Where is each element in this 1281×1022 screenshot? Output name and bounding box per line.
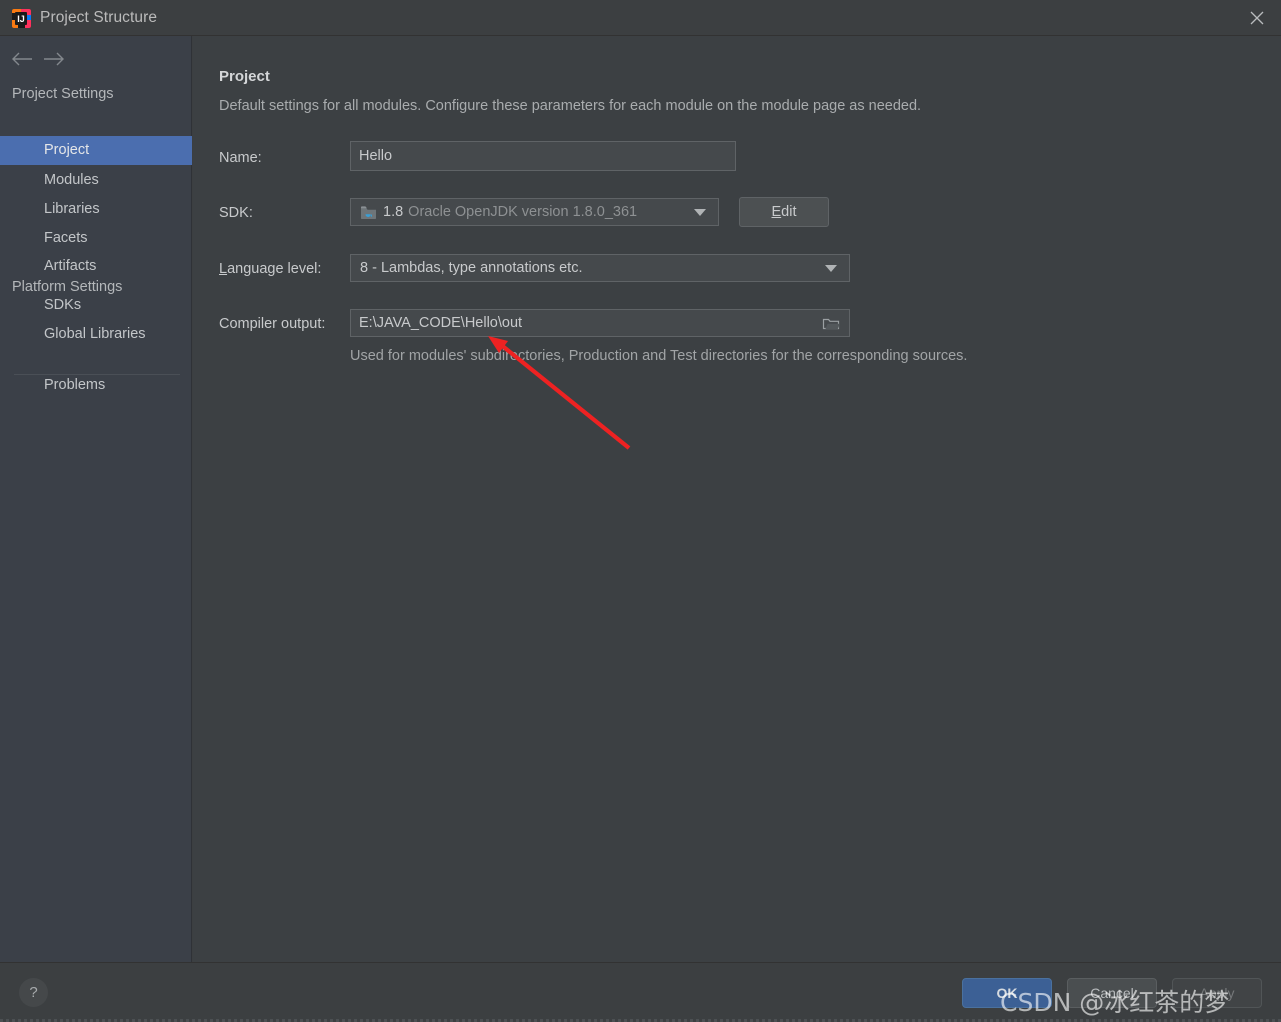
window-title: Project Structure: [40, 9, 158, 26]
project-structure-dialog: IJ Project Structure Project Settings Pr…: [0, 0, 1281, 1022]
ok-button[interactable]: OK: [962, 978, 1052, 1008]
sdk-description: Oracle OpenJDK version 1.8.0_361: [408, 204, 638, 220]
sidebar-item-label: Problems: [44, 377, 106, 393]
compiler-output-label: Compiler output:: [219, 316, 326, 332]
language-level-value: 8 - Lambdas, type annotations etc.: [360, 260, 583, 276]
sdk-label: SDK:: [219, 205, 253, 221]
sdk-edit-button-label: dit: [781, 204, 797, 220]
sidebar-item-project[interactable]: Project: [0, 136, 192, 165]
language-level-label-rest: anguage level:: [227, 261, 322, 277]
chevron-down-icon: [825, 265, 837, 272]
cancel-button[interactable]: Cancel: [1067, 978, 1157, 1008]
apply-button-label: Apply: [1199, 985, 1235, 1001]
sidebar-item-label: Modules: [44, 172, 99, 188]
close-icon[interactable]: [1233, 0, 1281, 35]
compiler-output-hint: Used for modules' subdirectories, Produc…: [350, 348, 968, 364]
sidebar-item-facets[interactable]: Facets: [0, 224, 192, 253]
name-input[interactable]: [350, 141, 736, 171]
name-label: Name:: [219, 150, 262, 166]
arrow-right-icon[interactable]: [42, 52, 66, 71]
sidebar-item-label: SDKs: [44, 297, 82, 313]
svg-text:IJ: IJ: [17, 14, 25, 24]
project-settings-panel: Project Default settings for all modules…: [193, 36, 1281, 962]
sdk-version: 1.8: [383, 204, 404, 220]
ok-button-label: OK: [996, 985, 1018, 1001]
intellij-idea-icon: IJ: [11, 8, 32, 29]
sidebar-item-artifacts[interactable]: Artifacts: [0, 252, 192, 281]
page-title: Project: [219, 68, 270, 85]
title-bar: IJ Project Structure: [0, 0, 1281, 36]
jdk-folder-icon: [360, 205, 377, 220]
compiler-output-field-wrapper: [350, 309, 850, 337]
sidebar-group-project-settings: Project Settings: [12, 86, 114, 102]
language-level-combobox[interactable]: 8 - Lambdas, type annotations etc.: [350, 254, 850, 282]
language-level-label: Language level:: [219, 261, 321, 277]
folder-icon[interactable]: [813, 310, 849, 336]
sidebar-item-label: Project: [44, 142, 90, 158]
navigation-arrows: [0, 36, 192, 70]
apply-button[interactable]: Apply: [1172, 978, 1262, 1008]
sidebar-item-label: Global Libraries: [44, 326, 146, 342]
sidebar-item-global-libraries[interactable]: Global Libraries: [0, 320, 192, 349]
sdk-edit-button-mnemonic: E: [771, 204, 782, 220]
page-description: Default settings for all modules. Config…: [219, 98, 922, 114]
sidebar-item-label: Artifacts: [44, 258, 97, 274]
cancel-button-label: Cancel: [1090, 985, 1134, 1001]
chevron-down-icon: [694, 209, 706, 216]
arrow-left-icon[interactable]: [10, 52, 34, 71]
sdk-edit-button[interactable]: Edit: [739, 197, 829, 227]
sidebar-item-problems[interactable]: Problems: [0, 371, 192, 400]
sidebar-item-libraries[interactable]: Libraries: [0, 195, 192, 224]
compiler-output-input[interactable]: [350, 309, 850, 337]
sidebar-item-sdks[interactable]: SDKs: [0, 291, 192, 320]
settings-sidebar: Project Settings Project Modules Librari…: [0, 36, 192, 962]
sidebar-item-label: Facets: [44, 230, 88, 246]
sidebar-item-modules[interactable]: Modules: [0, 166, 192, 195]
language-level-label-mnemonic: L: [219, 261, 228, 277]
sdk-combobox[interactable]: 1.8 Oracle OpenJDK version 1.8.0_361: [350, 198, 719, 226]
sidebar-item-label: Libraries: [44, 201, 100, 217]
question-mark-icon[interactable]: ?: [19, 978, 48, 1007]
sdk-combobox-value: 1.8 Oracle OpenJDK version 1.8.0_361: [360, 199, 637, 225]
